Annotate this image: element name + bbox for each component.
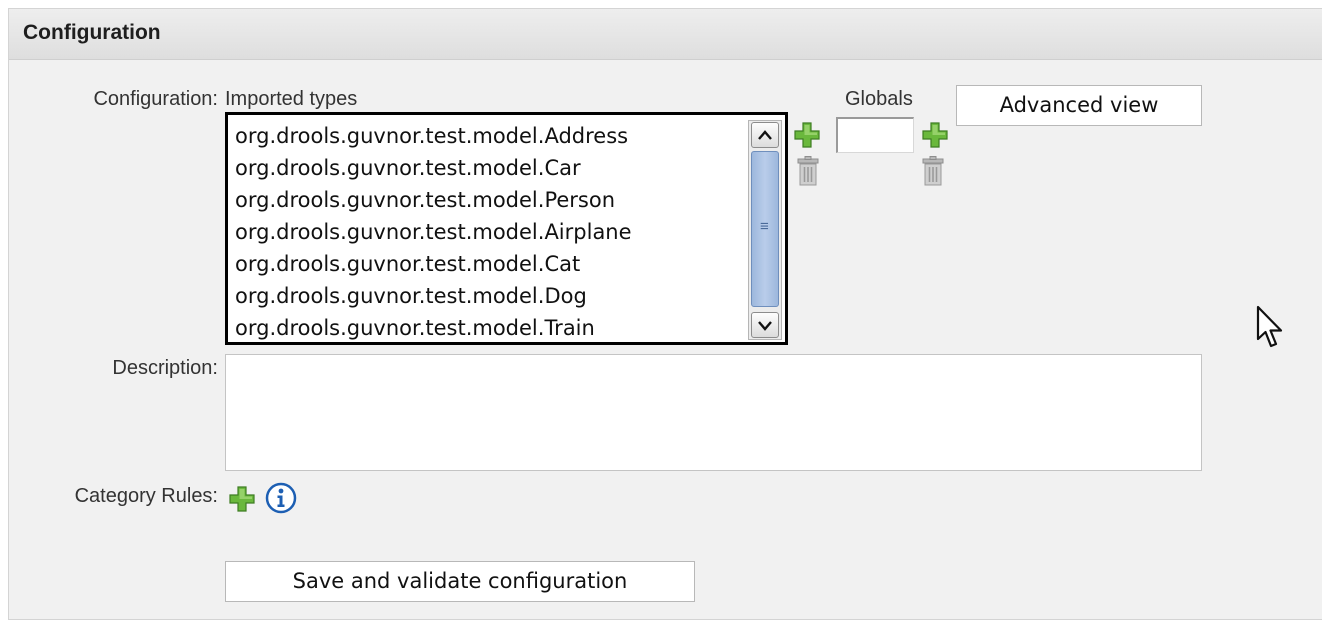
description-label: Description: — [112, 357, 218, 379]
panel-title: Configuration — [23, 21, 161, 44]
configuration-label: Configuration: — [93, 88, 218, 110]
category-rules-label: Category Rules: — [74, 485, 218, 507]
chevron-down-icon[interactable] — [751, 312, 779, 338]
globals-label: Globals — [845, 88, 913, 110]
add-category-rule-plus-icon[interactable] — [229, 486, 255, 512]
add-import-plus-icon[interactable] — [794, 122, 820, 148]
list-item[interactable]: org.drools.guvnor.test.model.Cat — [235, 248, 632, 280]
imported-types-list: org.drools.guvnor.test.model.Address org… — [235, 120, 632, 344]
remove-global-trash-icon[interactable] — [922, 156, 944, 186]
panel-header: Configuration — [9, 9, 1322, 60]
description-textarea[interactable] — [225, 354, 1202, 471]
globals-list[interactable] — [836, 117, 914, 153]
info-icon[interactable] — [265, 482, 297, 514]
listbox-scrollbar[interactable]: ≡ — [748, 120, 782, 340]
add-global-plus-icon[interactable] — [922, 122, 948, 148]
scrollbar-grip-icon: ≡ — [760, 218, 769, 235]
remove-import-trash-icon[interactable] — [797, 156, 819, 186]
list-item[interactable]: org.drools.guvnor.test.model.Dog — [235, 280, 632, 312]
scrollbar-thumb[interactable]: ≡ — [751, 151, 779, 307]
save-and-validate-button[interactable]: Save and validate configuration — [225, 561, 695, 602]
chevron-up-icon[interactable] — [751, 122, 779, 148]
list-item[interactable]: org.drools.guvnor.test.model.Train — [235, 312, 632, 344]
list-item[interactable]: org.drools.guvnor.test.model.Address — [235, 120, 632, 152]
list-item[interactable]: org.drools.guvnor.test.model.Car — [235, 152, 632, 184]
list-item[interactable]: org.drools.guvnor.test.model.Person — [235, 184, 632, 216]
advanced-view-button[interactable]: Advanced view — [956, 85, 1202, 126]
imported-types-listbox[interactable]: org.drools.guvnor.test.model.Address org… — [225, 112, 788, 345]
imported-types-label: Imported types — [225, 88, 358, 110]
list-item[interactable]: org.drools.guvnor.test.model.Airplane — [235, 216, 632, 248]
mouse-cursor-icon — [1256, 305, 1283, 348]
